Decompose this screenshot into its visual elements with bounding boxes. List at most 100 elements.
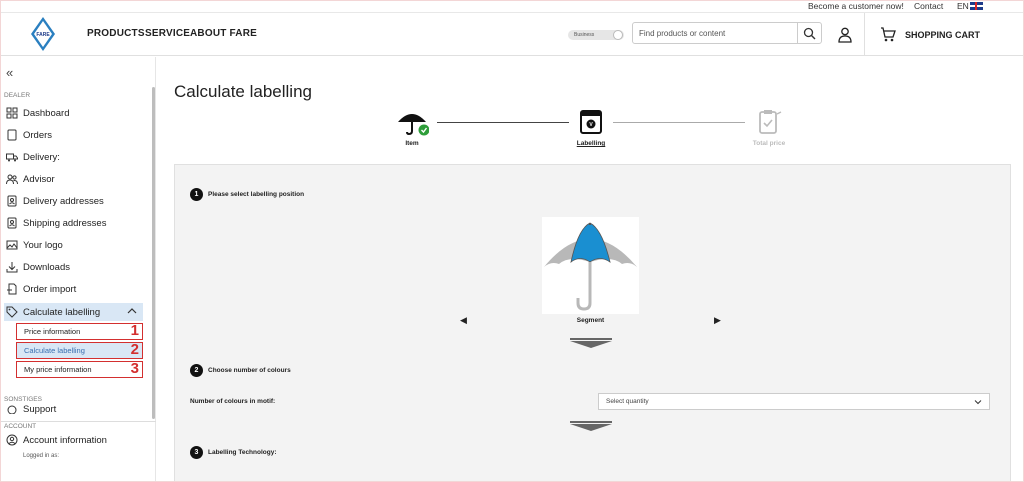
page-title: Calculate labelling — [174, 82, 312, 101]
subitem-label: My price information — [24, 365, 92, 374]
fare-logo[interactable]: FARE — [30, 16, 56, 52]
sidebar-item-downloads[interactable]: Downloads — [6, 258, 150, 276]
logo-text: FARE — [36, 32, 50, 38]
sidebar-item-label: Dashboard — [23, 107, 70, 119]
toggle-knob — [613, 30, 623, 40]
sidebar-item-calculate-labelling[interactable]: Calculate labelling — [4, 303, 143, 321]
previous-segment-arrow[interactable]: ◀ — [460, 315, 467, 326]
sidebar-scrollbar[interactable] — [152, 87, 155, 419]
search-input[interactable] — [639, 26, 789, 40]
subitem-calculate-labelling[interactable]: Calculate labelling 2 — [16, 341, 143, 359]
collapse-sidebar-icon[interactable]: « — [6, 65, 13, 80]
question-label: Choose number of colours — [208, 367, 291, 374]
nav-service[interactable]: SERVICE — [145, 28, 190, 39]
progress-stepper: Item V Labelling Total price — [395, 108, 795, 152]
segment-label: Segment — [576, 317, 605, 324]
become-customer-link[interactable]: Become a customer now! — [808, 1, 904, 11]
advisor-icon — [6, 173, 18, 185]
image-icon — [6, 239, 18, 251]
shopping-cart-link[interactable]: SHOPPING CART — [905, 30, 980, 40]
sidebar-item-label: Your logo — [23, 239, 63, 251]
step-label: Total price — [752, 140, 786, 147]
sidebar-item-label: Delivery addresses — [23, 195, 104, 207]
step-item[interactable]: Item — [395, 108, 430, 147]
step-labelling[interactable]: V Labelling — [573, 108, 609, 147]
file-import-icon — [6, 283, 18, 295]
header-separator — [864, 13, 865, 55]
chevron-down-icon — [974, 394, 982, 411]
subitem-my-price-information[interactable]: My price information 3 — [16, 360, 143, 378]
sidebar-item-order-import[interactable]: Order import — [6, 280, 150, 298]
subitem-price-information[interactable]: Price information 1 — [16, 322, 143, 340]
contact-link[interactable]: Contact — [914, 1, 943, 11]
annotation-number: 3 — [130, 360, 139, 377]
address-book-icon — [6, 195, 18, 207]
sidebar: « DEALER Dashboard Orders Delivery: Advi… — [0, 57, 156, 482]
sidebar-item-delivery[interactable]: Delivery: — [6, 148, 150, 166]
sidebar-item-your-logo[interactable]: Your logo — [6, 236, 150, 254]
nav-products[interactable]: PRODUCTS — [87, 28, 145, 39]
sidebar-item-label: Calculate labelling — [23, 306, 101, 318]
label-print-icon: V — [580, 110, 602, 134]
download-icon — [6, 261, 18, 273]
umbrella-segment-preview[interactable] — [542, 217, 639, 314]
logged-in-as: Logged in as: — [23, 453, 60, 459]
search-icon — [803, 27, 816, 39]
chevron-down-icon — [570, 338, 612, 348]
truck-icon — [6, 151, 18, 163]
dashboard-icon — [6, 107, 18, 119]
question-label: Please select labelling position — [208, 191, 305, 198]
subitem-label: Calculate labelling — [24, 346, 85, 355]
umbrella-step-icon — [398, 114, 430, 136]
annotation-number: 1 — [130, 322, 139, 339]
section-label-dealer: DEALER — [4, 92, 31, 99]
sidebar-item-label: Order import — [23, 283, 77, 295]
step-number-badge: 2 — [190, 364, 203, 377]
question-2: 2 Choose number of colours — [190, 364, 291, 377]
support-icon — [6, 404, 18, 414]
sidebar-item-label: Support — [23, 404, 57, 414]
step-label: Labelling — [576, 140, 606, 147]
language-selector[interactable]: EN — [957, 1, 969, 11]
sidebar-item-label: Orders — [23, 129, 53, 141]
sidebar-item-label: Shipping addresses — [23, 217, 107, 229]
sidebar-item-support[interactable]: Support — [6, 404, 150, 414]
business-toggle[interactable]: Business — [568, 30, 624, 40]
sidebar-item-label: Downloads — [23, 261, 70, 273]
section-label-sonstiges: SONSTIGES — [4, 396, 42, 403]
step-connector — [437, 122, 569, 123]
sidebar-item-orders[interactable]: Orders — [6, 126, 150, 144]
sidebar-item-advisor[interactable]: Advisor — [6, 170, 150, 188]
sidebar-item-label: Advisor — [23, 173, 55, 185]
user-account-icon[interactable] — [838, 27, 852, 43]
step-number-badge: 3 — [190, 446, 203, 459]
colour-quantity-select[interactable]: Select quantity — [598, 393, 990, 410]
subitem-label: Price information — [24, 327, 81, 336]
sidebar-item-label: Delivery: — [23, 151, 60, 163]
business-toggle-label: Business — [574, 32, 595, 38]
step-label: Item — [405, 140, 419, 147]
address-book-icon — [6, 217, 18, 229]
sidebar-item-delivery-addresses[interactable]: Delivery addresses — [6, 192, 150, 210]
orders-icon — [6, 129, 18, 141]
chevron-up-icon[interactable] — [127, 306, 137, 319]
shopping-cart-icon[interactable] — [880, 27, 896, 42]
step-total-price: Total price — [747, 108, 791, 147]
tag-icon — [6, 306, 18, 318]
sidebar-item-dashboard[interactable]: Dashboard — [6, 104, 150, 122]
nav-about-fare[interactable]: ABOUT FARE — [190, 28, 257, 39]
user-circle-icon — [6, 434, 18, 446]
uk-flag-icon[interactable] — [970, 2, 983, 10]
umbrella-icon — [544, 222, 637, 311]
clipboard-price-icon — [759, 110, 782, 134]
account-info-label: Account information — [23, 434, 107, 446]
question-3: 3 Labelling Technology: — [190, 446, 277, 459]
account-information-link[interactable]: Account information — [6, 431, 150, 449]
section-label-account: ACCOUNT — [4, 423, 37, 430]
question-label: Labelling Technology: — [208, 449, 277, 456]
sidebar-item-shipping-addresses[interactable]: Shipping addresses — [6, 214, 150, 232]
search-button[interactable] — [797, 23, 821, 43]
colours-field-label: Number of colours in motif: — [190, 398, 276, 405]
step-connector — [613, 122, 745, 123]
next-segment-arrow[interactable]: ▶ — [714, 315, 721, 326]
